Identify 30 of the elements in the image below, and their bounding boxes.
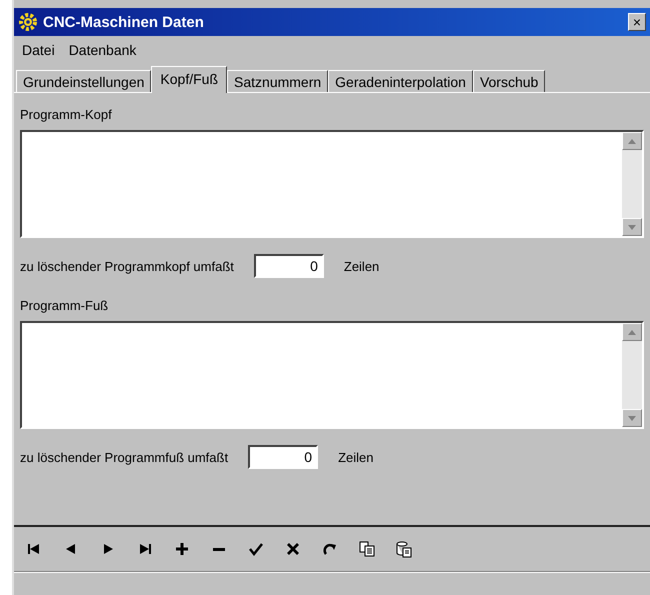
scrollbar[interactable]	[622, 132, 642, 236]
tab[interactable]: Vorschub	[472, 70, 546, 92]
menu-item[interactable]: Datei	[22, 42, 55, 58]
minus-icon	[213, 548, 225, 550]
text-area[interactable]	[20, 321, 644, 429]
unit-label: Zeilen	[338, 450, 374, 464]
section-label: Programm-Fuß	[20, 298, 110, 313]
section-label: Programm-Kopf	[20, 107, 113, 122]
scrollbar[interactable]	[622, 323, 642, 427]
tab[interactable]: Satznummern	[227, 70, 328, 92]
window-title: CNC-Maschinen Daten	[43, 14, 205, 30]
database-icon	[395, 540, 413, 558]
copy-icon	[358, 540, 376, 558]
number-field[interactable]: 0	[248, 445, 318, 469]
plus-icon	[173, 540, 191, 558]
field-label: zu löschender Programmkopf umfaßt	[20, 258, 234, 274]
tab[interactable]: Kopf/Fuß	[151, 66, 228, 93]
close-button[interactable]: ×	[628, 13, 646, 31]
triangle-down-icon	[628, 416, 636, 420]
gear-icon	[18, 12, 38, 32]
menu-item[interactable]: Datenbank	[68, 42, 136, 58]
number-field[interactable]: 0	[254, 254, 324, 278]
field-label: zu löschender Programmfuß umfaßt	[20, 450, 228, 464]
unit-label: Zeilen	[344, 258, 380, 274]
triangle-up-icon	[628, 330, 636, 334]
tab[interactable]: Geradeninterpolation	[328, 70, 473, 92]
triangle-up-icon	[628, 138, 636, 144]
triangle-down-icon	[628, 224, 636, 230]
tab[interactable]: Grundeinstellungen	[16, 70, 152, 92]
text-area[interactable]	[20, 130, 644, 238]
